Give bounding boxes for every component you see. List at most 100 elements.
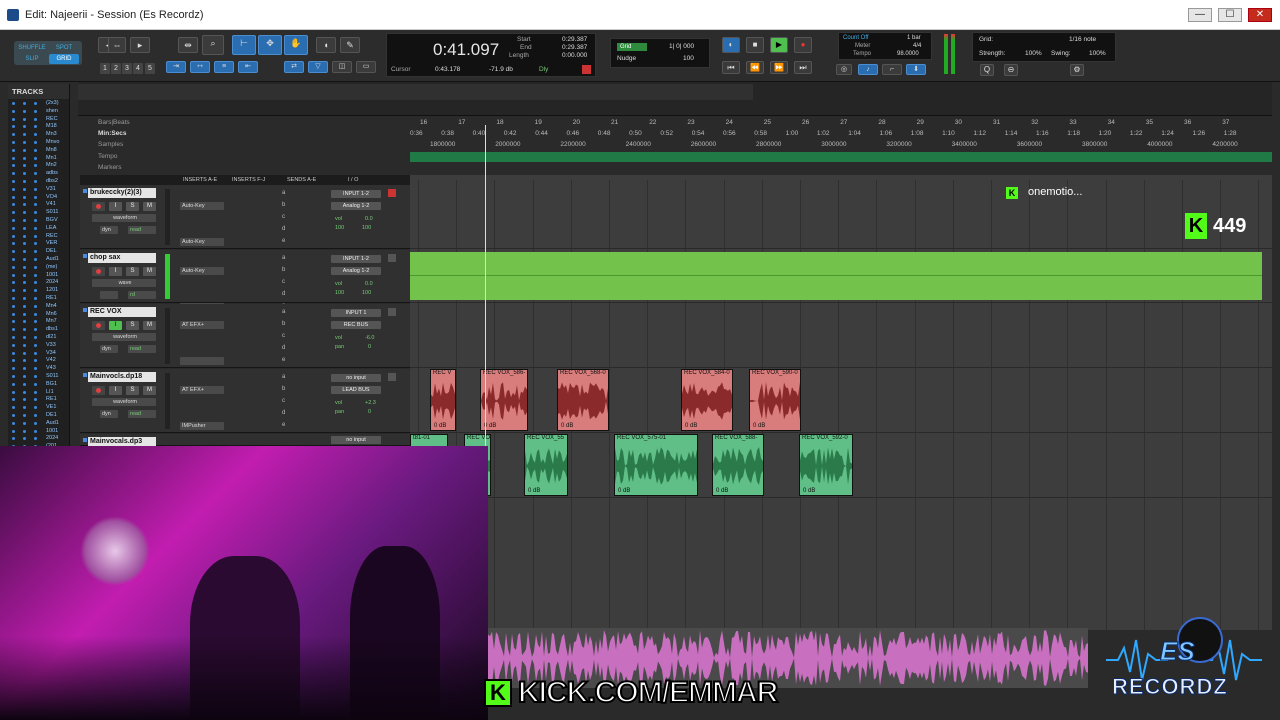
send-slot-letter[interactable]: e <box>282 238 285 244</box>
track-select-icon[interactable] <box>83 373 87 377</box>
tempo-map-icon[interactable]: ⌐ <box>882 64 902 75</box>
track-list-item[interactable]: V43 <box>8 365 70 372</box>
insert-slot-1[interactable]: AT EFX+ <box>180 321 224 329</box>
pan-value[interactable]: 0 <box>368 344 371 350</box>
loop-icon[interactable]: ◎ <box>836 64 852 75</box>
insert-slot-2[interactable] <box>180 357 224 365</box>
audio-clip[interactable]: REC VOX_575-01 0 dB <box>614 434 698 496</box>
zoom-preset-1[interactable]: 1 <box>100 63 110 74</box>
send-slot-letter[interactable]: b <box>282 386 285 392</box>
send-slot-letter[interactable]: c <box>282 279 285 285</box>
dyn-toggle[interactable]: dyn <box>100 226 118 234</box>
track-color-chip[interactable] <box>388 373 396 381</box>
track-header-row[interactable]: Mainvocals.dp3 no input <box>80 434 410 447</box>
track-list-item[interactable]: Mn4 <box>8 303 70 310</box>
zoom-scroll-icon[interactable]: ⊖ <box>1004 64 1018 76</box>
volume-value[interactable]: -6.0 <box>365 335 374 341</box>
automation-mode[interactable]: read <box>128 410 156 418</box>
insert-slot-2[interactable]: Auto-Key <box>180 238 224 246</box>
tracks-header[interactable]: TRACKS <box>8 84 69 99</box>
track-view-selector[interactable]: wave <box>92 279 156 287</box>
settings-gear-icon[interactable]: ⚙ <box>1070 64 1084 76</box>
send-slot-letter[interactable]: d <box>282 226 285 232</box>
send-slot-letter[interactable]: b <box>282 321 285 327</box>
input-monitor-button[interactable]: I <box>109 267 122 276</box>
track-list-item[interactable]: Aud1 <box>8 420 70 427</box>
track-select-icon[interactable] <box>83 308 87 312</box>
send-slot-letter[interactable]: c <box>282 333 285 339</box>
link-track-icon[interactable]: ≡ <box>214 61 234 73</box>
track-name[interactable]: brukeccky(2)(3) <box>88 188 156 198</box>
grid-toggle[interactable]: Grid <box>617 43 647 51</box>
insert-slot-1[interactable]: AT EFX+ <box>180 386 224 394</box>
track-list-item[interactable]: BG1 <box>8 381 70 388</box>
bars-beats-ruler[interactable]: Bars|Beats 16 17 18 19 20 21 22 23 24 25 26 27 28 29 3… <box>80 118 1272 129</box>
length-value[interactable]: 0:00.000 <box>562 52 587 59</box>
track-list-item[interactable]: 2024 <box>8 435 70 442</box>
track-view-selector[interactable]: waveform <box>92 214 156 222</box>
dyn-toggle[interactable]: dyn <box>100 345 118 353</box>
zoom-horizontal-icon[interactable]: ⇔ <box>108 37 126 53</box>
count-off-bars[interactable]: 1 bar <box>907 35 921 41</box>
input-selector[interactable]: INPUT 1-2 <box>331 255 381 263</box>
wait-for-note-icon[interactable]: ⬇ <box>906 64 926 75</box>
track-list-item[interactable]: VER <box>8 240 70 247</box>
spot-mode-button[interactable]: SPOT <box>49 43 79 53</box>
track-list-item[interactable]: Mn3 <box>8 131 70 138</box>
track-color-chip[interactable] <box>388 308 396 316</box>
solo-button[interactable]: S <box>126 202 139 211</box>
fast-forward-button[interactable]: ⏩ <box>770 61 788 74</box>
keyboard-focus-icon[interactable]: ▽ <box>308 61 328 73</box>
input-selector[interactable]: no input <box>331 374 381 382</box>
track-list-item[interactable]: Mnvo <box>8 139 70 146</box>
dyn-toggle[interactable]: dyn <box>100 410 118 418</box>
solo-button[interactable]: S <box>126 321 139 330</box>
zoom-preset-3[interactable]: 3 <box>122 63 132 74</box>
track-list-item[interactable]: VE1 <box>8 404 70 411</box>
smart-tool-select-icon[interactable]: ✥ <box>258 35 282 55</box>
minimize-button[interactable]: — <box>1188 8 1212 22</box>
minsecs-ruler[interactable]: Min:Secs 0:36 0:38 0:40 0:42 0:44 0:46 0:48 0:5… <box>80 129 1272 140</box>
count-off-label[interactable]: Count Off <box>843 35 869 41</box>
track-list-item[interactable]: Mn7 <box>8 318 70 325</box>
track-list-item[interactable]: V31 <box>8 186 70 193</box>
track-header-row[interactable]: chop saxISMwaverdAuto-KeyTrimabcdeINPUT … <box>80 250 410 311</box>
main-counter[interactable]: 0:41.097 Start 0:29.387 End 0:29.387 Len… <box>386 33 596 77</box>
send-slot-letter[interactable]: c <box>282 398 285 404</box>
audio-clip[interactable]: REC V 0 dB <box>430 369 456 431</box>
input-selector[interactable]: no input <box>331 436 381 444</box>
tempo-value[interactable]: 98.0000 <box>897 51 919 57</box>
track-list-item[interactable]: 1201 <box>8 287 70 294</box>
rewind-button[interactable]: ⏪ <box>746 61 764 74</box>
lane-mainvocals[interactable]: t81-01REC VO0 dBREC VOX_550 dBREC VOX_57… <box>410 434 1272 498</box>
audio-clip[interactable]: REC VOX_592-0 0 dB <box>799 434 853 496</box>
track-select-icon[interactable] <box>83 189 87 193</box>
end-value[interactable]: 0:29.387 <box>562 44 587 51</box>
swing-value[interactable]: 100% <box>1089 50 1106 57</box>
grid-note-value[interactable]: 1/16 note <box>1069 36 1096 43</box>
track-select-icon[interactable] <box>83 438 87 442</box>
lane-chop-sax[interactable] <box>410 250 1272 303</box>
track-header-row[interactable]: Mainvocls.dp18 I S Mwaveform dyn read AT EFX+ I… <box>80 369 410 433</box>
input-monitor-button[interactable]: I <box>109 321 122 330</box>
return-to-zero-button[interactable]: ⏮ <box>722 61 740 74</box>
send-slot-letter[interactable]: d <box>282 291 285 297</box>
send-slot-letter[interactable]: a <box>282 190 285 196</box>
audio-clip[interactable]: REC VOX_568-0 0 dB <box>557 369 609 431</box>
stop-button[interactable]: ■ <box>746 37 764 53</box>
track-list-item[interactable]: REC <box>8 116 70 123</box>
pan-left-value[interactable]: 100 <box>335 225 344 231</box>
track-list-item[interactable]: RE1 <box>8 295 70 302</box>
input-monitor-button[interactable]: I <box>109 202 122 211</box>
track-view-selector[interactable]: waveform <box>92 333 156 341</box>
track-list-item[interactable]: V41 <box>8 201 70 208</box>
zoom-in-icon[interactable]: ▸ <box>130 37 150 53</box>
track-color-chip[interactable] <box>388 189 396 197</box>
lane-rec-vox[interactable] <box>410 304 1272 368</box>
volume-value[interactable]: 0.0 <box>365 281 373 287</box>
lane-mainvocls[interactable]: REC V0 dB REC VOX_586- 0 dB REC VOX_568-0 0 … <box>410 369 1272 433</box>
track-list-item[interactable]: (me) <box>8 264 70 271</box>
audio-clip[interactable]: REC VOX_590-0 0 dB <box>749 369 801 431</box>
automation-mode[interactable]: rd <box>128 291 156 299</box>
track-list-item[interactable]: M18 <box>8 123 70 130</box>
